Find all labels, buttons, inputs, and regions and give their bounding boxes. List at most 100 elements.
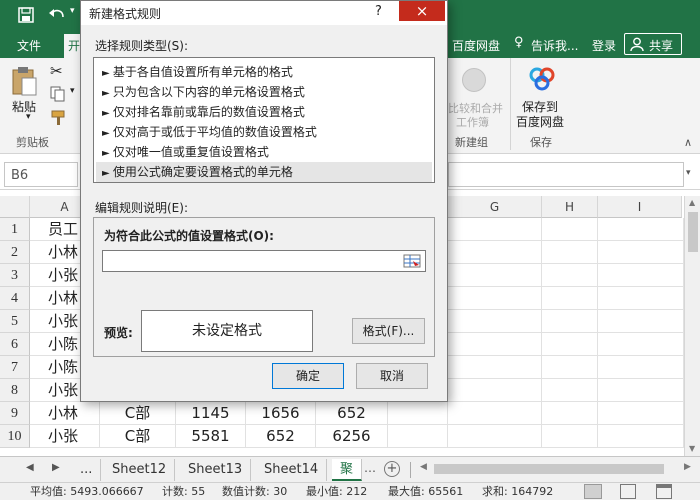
share-button[interactable]: 共享 — [624, 33, 682, 55]
cell-b[interactable]: C部 — [100, 425, 176, 448]
tab-baidu[interactable]: 百度网盘 — [452, 37, 500, 54]
paste-dropdown-icon[interactable]: ▾ — [26, 112, 31, 122]
cell-g[interactable] — [448, 356, 542, 379]
vertical-scroll-thumb[interactable] — [688, 212, 698, 252]
cell-i[interactable] — [598, 310, 684, 333]
cell-i[interactable] — [598, 333, 684, 356]
sheet-tab-active[interactable]: 聚 — [332, 459, 363, 481]
rule-type-item[interactable]: ► 仅对唯一值或重复值设置格式 — [96, 142, 432, 162]
copy-icon[interactable] — [50, 86, 66, 102]
rule-type-item[interactable]: ► 基于各自值设置所有单元格的格式 — [96, 62, 432, 82]
page-break-view-icon[interactable] — [656, 484, 672, 499]
row-header[interactable]: 4 — [0, 287, 30, 310]
cell-h[interactable] — [542, 425, 598, 448]
paste-icon[interactable] — [10, 66, 38, 96]
ok-button[interactable]: 确定 — [272, 363, 344, 389]
cell-e[interactable]: 6256 — [316, 425, 388, 448]
row-header[interactable]: 6 — [0, 333, 30, 356]
page-layout-view-icon[interactable] — [620, 484, 636, 499]
collapse-ribbon-icon[interactable]: ∧ — [684, 136, 692, 149]
formula-input[interactable] — [448, 162, 684, 187]
cell-e[interactable]: 652 — [316, 402, 388, 425]
cell-h[interactable] — [542, 356, 598, 379]
sheet-tab-sheet13[interactable]: Sheet13 — [180, 459, 252, 481]
column-header-h[interactable]: H — [542, 196, 598, 218]
cell-h[interactable] — [542, 310, 598, 333]
cell-g[interactable] — [448, 218, 542, 241]
rule-type-item[interactable]: ► 仅对高于或低于平均值的数值设置格式 — [96, 122, 432, 142]
cell-h[interactable] — [542, 218, 598, 241]
column-header-i[interactable]: I — [598, 196, 682, 218]
cell-i[interactable] — [598, 402, 684, 425]
tell-me-search[interactable]: 告诉我... — [531, 37, 578, 54]
row-header[interactable]: 10 — [0, 425, 30, 448]
paste-label[interactable]: 粘贴 — [12, 98, 36, 115]
row-header[interactable]: 7 — [0, 356, 30, 379]
cell-g[interactable] — [448, 425, 542, 448]
horizontal-scroll-thumb[interactable] — [434, 464, 664, 474]
compare-merge-icon[interactable] — [462, 68, 486, 92]
cell-i[interactable] — [598, 356, 684, 379]
prev-sheet-icon[interactable]: ◀ — [26, 462, 34, 473]
login-link[interactable]: 登录 — [592, 37, 616, 54]
undo-dropdown-icon[interactable]: ▾ — [70, 6, 75, 16]
cell-g[interactable] — [448, 310, 542, 333]
column-header-g[interactable]: G — [448, 196, 542, 218]
scroll-up-icon[interactable]: ▲ — [689, 198, 695, 207]
rule-type-item[interactable]: ► 只为包含以下内容的单元格设置格式 — [96, 82, 432, 102]
cell-i[interactable] — [598, 287, 684, 310]
format-button[interactable]: 格式(F)... — [352, 318, 425, 344]
cell-i[interactable] — [598, 218, 684, 241]
format-painter-icon[interactable] — [50, 110, 66, 126]
add-sheet-icon[interactable]: + — [384, 461, 400, 477]
sheet-tab-more[interactable]: ... — [72, 459, 102, 481]
cell-f[interactable] — [388, 402, 448, 425]
hscroll-right-icon[interactable]: ▶ — [684, 462, 691, 472]
cell-g[interactable] — [448, 241, 542, 264]
save-icon[interactable] — [18, 7, 34, 23]
row-header[interactable]: 5 — [0, 310, 30, 333]
row-header[interactable]: 3 — [0, 264, 30, 287]
cell-h[interactable] — [542, 287, 598, 310]
help-icon[interactable]: ? — [375, 4, 382, 19]
cell-h[interactable] — [542, 333, 598, 356]
cell-h[interactable] — [542, 264, 598, 287]
rule-type-item[interactable]: ► 仅对排名靠前或靠后的数值设置格式 — [96, 102, 432, 122]
more-sheets-icon[interactable]: … — [364, 461, 376, 475]
rule-type-item[interactable]: ► 使用公式确定要设置格式的单元格 — [96, 162, 432, 182]
range-select-icon[interactable] — [403, 253, 421, 269]
next-sheet-icon[interactable]: ▶ — [52, 462, 60, 473]
cell-i[interactable] — [598, 264, 684, 287]
cell-d[interactable]: 652 — [246, 425, 316, 448]
cut-icon[interactable]: ✂ — [50, 62, 63, 80]
tab-file[interactable]: 文件 — [17, 37, 41, 54]
close-icon[interactable]: × — [399, 1, 445, 21]
cell-f[interactable] — [388, 425, 448, 448]
cell-i[interactable] — [598, 425, 684, 448]
cell-h[interactable] — [542, 379, 598, 402]
cell-g[interactable] — [448, 287, 542, 310]
normal-view-icon[interactable] — [584, 484, 602, 499]
row-header[interactable]: 9 — [0, 402, 30, 425]
cell-i[interactable] — [598, 241, 684, 264]
scroll-down-icon[interactable]: ▼ — [689, 444, 695, 453]
sheet-tab-sheet14[interactable]: Sheet14 — [256, 459, 328, 481]
cell-h[interactable] — [542, 241, 598, 264]
cell-g[interactable] — [448, 333, 542, 356]
cell-a[interactable]: 小张 — [30, 425, 100, 448]
sheet-tab-sheet12[interactable]: Sheet12 — [104, 459, 176, 481]
baidu-cloud-icon[interactable] — [528, 66, 556, 92]
cell-c[interactable]: 5581 — [176, 425, 246, 448]
undo-icon[interactable] — [48, 7, 66, 23]
cell-c[interactable]: 1145 — [176, 402, 246, 425]
cell-g[interactable] — [448, 402, 542, 425]
hscroll-left-icon[interactable]: ◀ — [420, 462, 427, 472]
cell-i[interactable] — [598, 379, 684, 402]
select-all-corner[interactable] — [0, 196, 30, 218]
vertical-scrollbar[interactable]: ▲ ▼ — [684, 196, 700, 456]
row-header[interactable]: 1 — [0, 218, 30, 241]
cell-g[interactable] — [448, 264, 542, 287]
cell-b[interactable]: C部 — [100, 402, 176, 425]
copy-dropdown-icon[interactable]: ▾ — [70, 86, 75, 96]
cancel-button[interactable]: 取消 — [356, 363, 428, 389]
